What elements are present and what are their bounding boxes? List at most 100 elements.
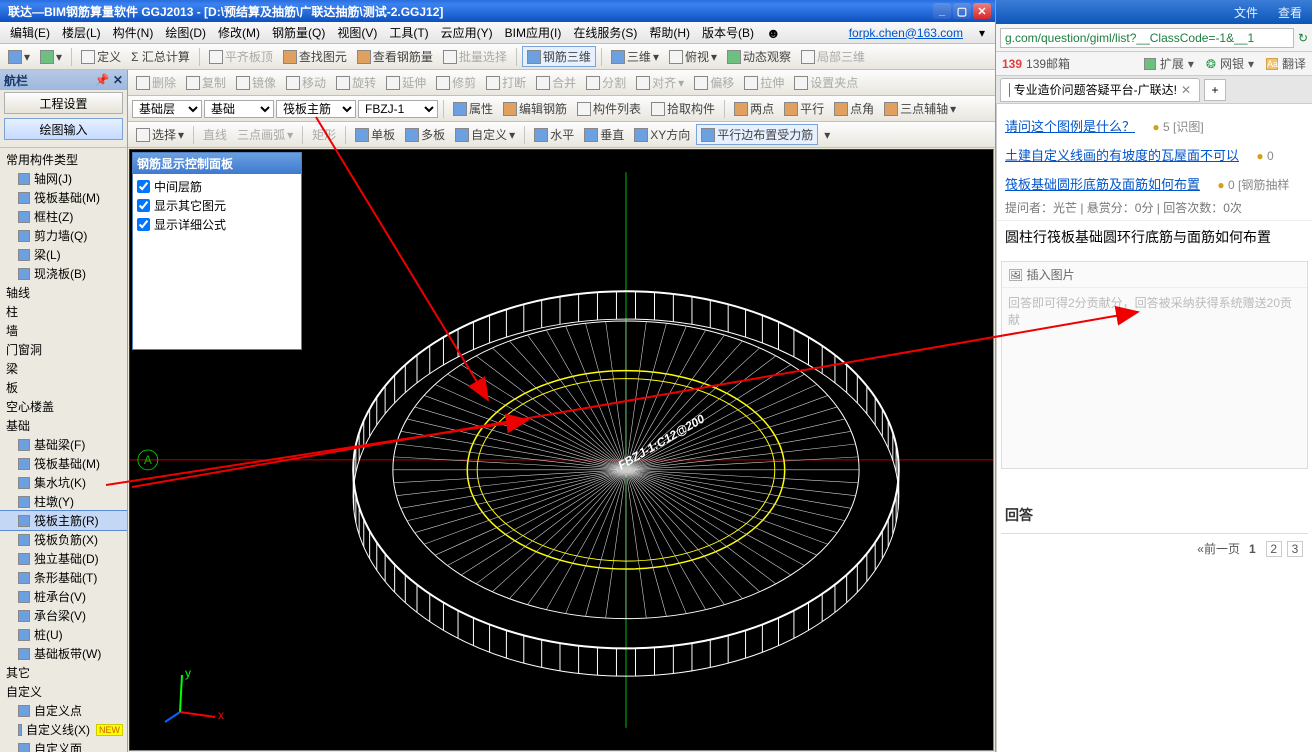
define-button[interactable]: 定义 xyxy=(77,47,125,66)
delete-button[interactable]: 删除 xyxy=(132,73,180,92)
menu-member[interactable]: 构件(N) xyxy=(107,24,160,41)
page-1[interactable]: 1 xyxy=(1244,542,1260,556)
tree-item[interactable]: 筏板负筋(X) xyxy=(0,530,127,549)
split-button[interactable]: 分割 xyxy=(582,73,630,92)
menu-cloud[interactable]: 云应用(Y) xyxy=(435,24,499,41)
tree-group[interactable]: 其它 xyxy=(0,663,127,682)
tree-item[interactable]: 自定义面 xyxy=(0,739,127,752)
offset-button[interactable]: 偏移 xyxy=(690,73,738,92)
tree-item[interactable]: 自定义线(X)NEW xyxy=(0,720,127,739)
menu-tools[interactable]: 工具(T) xyxy=(383,24,434,41)
list-button[interactable]: 构件列表 xyxy=(573,99,645,118)
find-button[interactable]: 查找图元 xyxy=(279,47,351,66)
trim-button[interactable]: 修剪 xyxy=(432,73,480,92)
tree-item[interactable]: 梁(L) xyxy=(0,245,127,264)
page-2[interactable]: 2 xyxy=(1266,541,1282,557)
browser-tab[interactable]: 专业造价问题答疑平台-广联达! ✕ xyxy=(1000,78,1200,102)
part-button[interactable]: 局部三维 xyxy=(797,47,869,66)
related-link-1[interactable]: 请问这个图例是什么？ xyxy=(1005,116,1135,135)
member-combo[interactable]: FBZJ-1 xyxy=(358,100,438,118)
prop-button[interactable]: 属性 xyxy=(449,99,497,118)
prev-page[interactable]: «前一页 xyxy=(1197,542,1240,556)
break-button[interactable]: 打断 xyxy=(482,73,530,92)
arc3pt-button[interactable]: 三点画弧▾ xyxy=(233,125,297,144)
tree-group[interactable]: 空心楼盖 xyxy=(0,397,127,416)
check-button[interactable]: 查看钢筋量 xyxy=(353,47,437,66)
menu-modify[interactable]: 修改(M) xyxy=(212,24,266,41)
ext-bank[interactable]: ❂网银▾ xyxy=(1206,55,1254,72)
ext-expand[interactable]: 扩展▾ xyxy=(1144,55,1194,72)
page-3[interactable]: 3 xyxy=(1287,541,1303,557)
top-button[interactable]: 俯视▾ xyxy=(665,47,721,66)
pin-icon[interactable]: 📌 ✕ xyxy=(95,73,123,87)
rebar-display-panel[interactable]: 钢筋显示控制面板 中间层筋显示其它图元显示详细公式 xyxy=(132,152,302,350)
level-combo[interactable]: 基础层 xyxy=(132,100,202,118)
menu-bim[interactable]: BIM应用(I) xyxy=(499,24,568,41)
setpt-button[interactable]: 设置夹点 xyxy=(790,73,862,92)
tree-item[interactable]: 条形基础(T) xyxy=(0,568,127,587)
flat-button[interactable]: 平齐板顶 xyxy=(205,47,277,66)
merge-button[interactable]: 合并 xyxy=(532,73,580,92)
tree-group[interactable]: 墙 xyxy=(0,321,127,340)
custom-button[interactable]: 自定义▾ xyxy=(451,125,519,144)
menu-view[interactable]: 视图(V) xyxy=(331,24,383,41)
maximize-button[interactable]: ▢ xyxy=(953,3,971,19)
comp-combo[interactable]: 筏板主筋 xyxy=(276,100,356,118)
pick-button[interactable]: 拾取构件 xyxy=(647,99,719,118)
tree-item[interactable]: 桩承台(V) xyxy=(0,587,127,606)
undo-button[interactable]: ▾ xyxy=(4,49,34,65)
tree-item[interactable]: 集水坑(K) xyxy=(0,473,127,492)
ext-translate[interactable]: Aa翻译 xyxy=(1266,55,1306,72)
batch-button[interactable]: 批量选择 xyxy=(439,47,511,66)
more-draw-button[interactable]: ▾ xyxy=(820,127,834,143)
viewport[interactable]: FBZJ-1:C12@200 A x y 钢筋显示控制面板 xyxy=(129,149,994,751)
gear-icon[interactable]: ☻ xyxy=(760,25,787,41)
stretch-button[interactable]: 拉伸 xyxy=(740,73,788,92)
extend-button[interactable]: 延伸 xyxy=(382,73,430,92)
tree-item[interactable]: 筏板基础(M) xyxy=(0,454,127,473)
related-link-2[interactable]: 土建自定义线画的有坡度的瓦屋面不可以 xyxy=(1005,145,1239,164)
sum-button[interactable]: Σ 汇总计算 xyxy=(127,47,194,66)
mirror-button[interactable]: 镜像 xyxy=(232,73,280,92)
three-aux-button[interactable]: 三点辅轴▾ xyxy=(880,99,960,118)
new-tab-button[interactable]: + xyxy=(1204,79,1226,101)
tree-item[interactable]: 筏板主筋(R) xyxy=(0,511,127,530)
single-button[interactable]: 单板 xyxy=(351,125,399,144)
tree-group[interactable]: 基础 xyxy=(0,416,127,435)
move-button[interactable]: 移动 xyxy=(282,73,330,92)
tree-item[interactable]: 独立基础(D) xyxy=(0,549,127,568)
twopt-button[interactable]: 两点 xyxy=(730,99,778,118)
close-tab-icon[interactable]: ✕ xyxy=(1181,83,1191,97)
ptang-button[interactable]: 点角 xyxy=(830,99,878,118)
tree-item[interactable]: 自定义点 xyxy=(0,701,127,720)
tree-item[interactable]: 基础板带(W) xyxy=(0,644,127,663)
tree-group[interactable]: 轴线 xyxy=(0,283,127,302)
menu-online[interactable]: 在线服务(S) xyxy=(567,24,643,41)
editrb-button[interactable]: 编辑钢筋 xyxy=(499,99,571,118)
tree-item[interactable]: 桩(U) xyxy=(0,625,127,644)
align-button[interactable]: 对齐▾ xyxy=(632,73,688,92)
d3-button[interactable]: 三维▾ xyxy=(607,47,663,66)
menu-floor[interactable]: 楼层(L) xyxy=(56,24,107,41)
insert-image-button[interactable]: 🖼 插入图片 xyxy=(1008,268,1075,282)
panel-option[interactable]: 显示详细公式 xyxy=(137,216,297,233)
rotate-button[interactable]: 旋转 xyxy=(332,73,380,92)
nav-draw-button[interactable]: 绘图输入 xyxy=(4,118,123,140)
tree-item[interactable]: 剪力墙(Q) xyxy=(0,226,127,245)
select-button[interactable]: 选择▾ xyxy=(132,125,188,144)
dropdown-icon[interactable]: ▾ xyxy=(973,26,991,40)
tree-item[interactable]: 筏板基础(M) xyxy=(0,188,127,207)
xy-button[interactable]: XY方向 xyxy=(630,125,694,144)
edge-button[interactable]: 平行边布置受力筋 xyxy=(696,124,818,145)
url-input[interactable] xyxy=(1000,28,1294,48)
panel-option[interactable]: 显示其它图元 xyxy=(137,197,297,214)
top-link-view[interactable]: 查看 xyxy=(1278,4,1302,21)
menu-draw[interactable]: 绘图(D) xyxy=(159,24,212,41)
tree-group[interactable]: 梁 xyxy=(0,359,127,378)
hor-button[interactable]: 水平 xyxy=(530,125,578,144)
related-link-3[interactable]: 筏板基础圆形底筋及面筋如何布置 xyxy=(1005,174,1200,193)
mailbox-link[interactable]: 139139邮箱 xyxy=(1002,55,1070,72)
tree-item[interactable]: 承台梁(V) xyxy=(0,606,127,625)
multi-button[interactable]: 多板 xyxy=(401,125,449,144)
tree-group[interactable]: 常用构件类型 xyxy=(0,150,127,169)
